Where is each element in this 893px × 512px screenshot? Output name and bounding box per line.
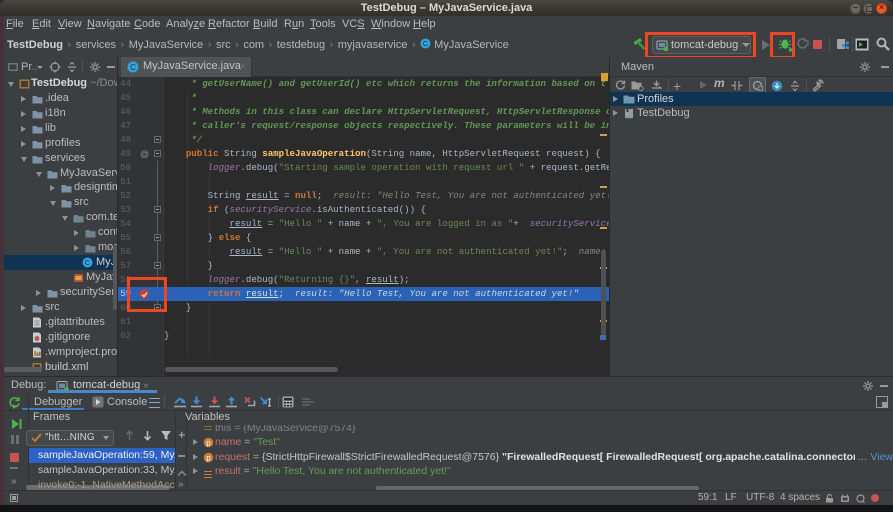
svg-text:C: C [85,258,91,267]
svg-text:m: m [627,115,632,120]
svg-text:C: C [130,63,136,72]
svg-text:C: C [423,39,429,48]
svg-text:p: p [206,453,211,462]
svg-text:p: p [206,438,211,447]
